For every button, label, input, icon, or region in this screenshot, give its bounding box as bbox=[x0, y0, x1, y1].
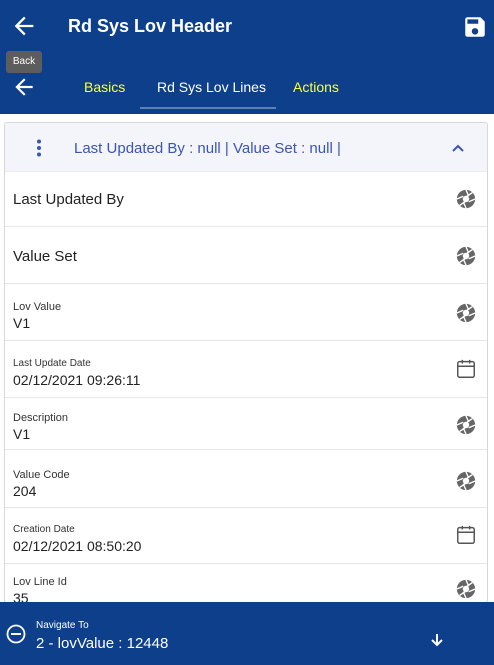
field-label: Creation Date bbox=[13, 524, 75, 535]
camera-shutter-icon[interactable] bbox=[455, 470, 477, 492]
field-label: Description bbox=[13, 412, 69, 424]
field-label: Last Updated By bbox=[13, 191, 124, 208]
field-last-updated-by[interactable]: Last Updated By bbox=[5, 172, 487, 227]
field-value: 02/12/2021 09:26:11 bbox=[13, 372, 141, 388]
navigate-bar[interactable]: Navigate To 2 - lovValue : 12448 bbox=[0, 602, 494, 665]
field-creation-date[interactable]: Creation Date 02/12/2021 08:50:20 bbox=[5, 508, 487, 564]
camera-shutter-icon[interactable] bbox=[455, 302, 477, 324]
field-value-set[interactable]: Value Set bbox=[5, 227, 487, 284]
card-header[interactable]: Last Updated By : null | Value Set : nul… bbox=[5, 123, 487, 172]
field-value: 02/12/2021 08:50:20 bbox=[13, 538, 142, 554]
calendar-icon[interactable] bbox=[455, 358, 477, 380]
tab-rd-sys-lov-lines[interactable]: Rd Sys Lov Lines bbox=[157, 79, 266, 95]
camera-shutter-icon[interactable] bbox=[455, 245, 477, 267]
record-card: Last Updated By : null | Value Set : nul… bbox=[4, 122, 488, 603]
field-last-update-date[interactable]: Last Update Date 02/12/2021 09:26:11 bbox=[5, 341, 487, 398]
save-icon[interactable] bbox=[462, 14, 488, 40]
tab-basics[interactable]: Basics bbox=[84, 79, 125, 95]
page-title: Rd Sys Lov Header bbox=[68, 16, 233, 36]
active-tab-indicator bbox=[140, 107, 276, 109]
minus-circle-icon[interactable] bbox=[6, 624, 26, 644]
card-summary: Last Updated By : null | Value Set : nul… bbox=[74, 140, 341, 157]
field-label: Value Set bbox=[13, 248, 77, 265]
field-lov-value[interactable]: Lov Value V1 bbox=[5, 284, 487, 341]
tab-bar: Basics Rd Sys Lov Lines Actions bbox=[0, 57, 494, 114]
field-description[interactable]: Description V1 bbox=[5, 398, 487, 450]
camera-shutter-icon[interactable] bbox=[455, 414, 477, 436]
field-value: V1 bbox=[13, 426, 31, 442]
field-label: Last Update Date bbox=[13, 358, 91, 369]
navigate-value: 2 - lovValue : 12448 bbox=[36, 635, 169, 652]
back-tooltip: Back bbox=[6, 51, 42, 73]
navigate-label: Navigate To bbox=[36, 620, 89, 631]
field-label: Lov Value bbox=[13, 301, 62, 313]
arrow-down-icon[interactable] bbox=[429, 632, 445, 648]
field-label: Lov Line Id bbox=[13, 576, 67, 588]
tab-back-arrow-icon[interactable] bbox=[10, 74, 38, 100]
field-value: 204 bbox=[13, 483, 37, 499]
kebab-icon[interactable] bbox=[35, 139, 43, 157]
field-value-code[interactable]: Value Code 204 bbox=[5, 450, 487, 508]
camera-shutter-icon[interactable] bbox=[455, 578, 477, 600]
back-arrow-icon[interactable] bbox=[10, 12, 38, 40]
tab-actions[interactable]: Actions bbox=[293, 79, 339, 95]
chevron-up-icon[interactable] bbox=[451, 141, 465, 155]
field-lov-line-id[interactable]: Lov Line Id 35 bbox=[5, 564, 487, 602]
app-header: Rd Sys Lov Header bbox=[0, 0, 494, 57]
camera-shutter-icon[interactable] bbox=[455, 188, 477, 210]
field-value: V1 bbox=[13, 315, 31, 331]
calendar-icon[interactable] bbox=[455, 524, 477, 546]
field-label: Value Code bbox=[13, 469, 70, 481]
